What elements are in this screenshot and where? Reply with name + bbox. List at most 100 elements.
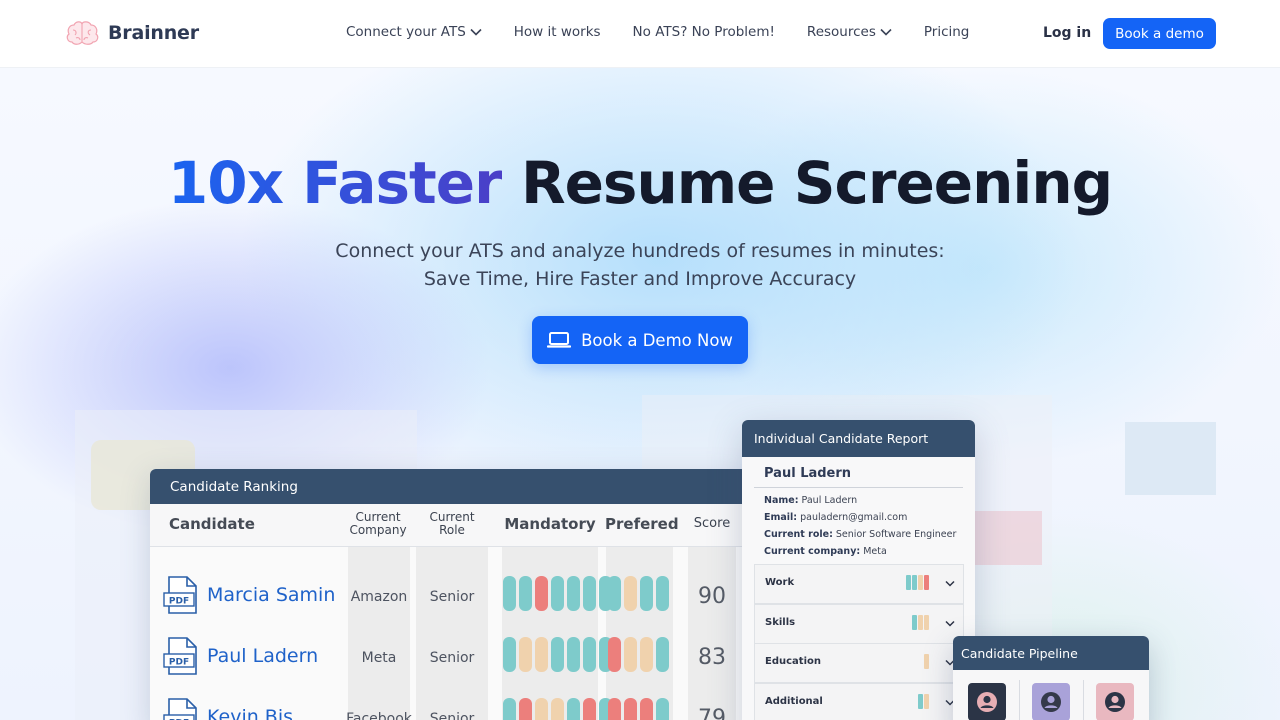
score-bar [912,575,917,590]
report-section-accordion[interactable]: Additional [754,683,964,720]
requirement-bar [640,637,653,672]
section-label: Additional [765,696,823,707]
section-score-bars [924,654,929,669]
section-score-bars [912,615,929,630]
candidate-avatar[interactable] [1096,683,1134,720]
col-candidate: Candidate [169,515,255,533]
requirement-bar [551,637,564,672]
requirement-bar [567,637,580,672]
candidate-role: Senior [429,589,475,605]
requirement-bar [656,576,669,611]
requirement-bar [656,698,669,720]
prefered-bars [608,576,669,611]
book-demo-button[interactable]: Book a demo [1103,18,1216,49]
ranking-column-headers: Candidate Current Company Current Role M… [150,504,750,547]
requirement-bar [608,576,621,611]
nav-no-ats[interactable]: No ATS? No Problem! [633,24,775,40]
individual-report-panel: Individual Candidate Report Paul Ladern … [742,420,975,720]
requirement-bar [519,576,532,611]
requirement-bar [519,698,532,720]
section-score-bars [918,694,929,709]
score-bar [912,615,917,630]
score-bar [906,575,911,590]
chevron-down-icon [880,28,892,36]
login-link[interactable]: Log in [1043,25,1091,41]
brain-icon [66,21,99,45]
col-role: Current Role [417,511,487,537]
requirement-bar [567,576,580,611]
col-company-line-2: Company [349,523,407,537]
nav-resources-label: Resources [806,24,876,40]
score-bar [918,694,923,709]
score-bar [924,615,929,630]
pdf-file-icon[interactable]: PDF [163,576,199,614]
requirement-bar [503,576,516,611]
col-role-line-2: Role [439,523,465,537]
candidate-score: 90 [698,584,726,609]
headline-main: Resume Screening [520,149,1113,217]
candidate-pipeline-panel: Candidate Pipeline [953,636,1149,720]
candidate-role: Senior [429,650,475,666]
report-section-accordion[interactable]: Education [754,643,964,683]
candidate-row[interactable]: PDF Marcia Samin Amazon Senior 90 [150,564,750,625]
field-value: Meta [863,546,887,557]
nav-pricing[interactable]: Pricing [924,24,970,40]
cta-label: Book a Demo Now [581,330,733,350]
col-prefered: Prefered [605,515,679,533]
requirement-bar [535,698,548,720]
field-value: Paul Ladern [801,495,858,506]
nav-connect-ats-label: Connect your ATS [346,24,466,40]
requirement-bar [624,637,637,672]
col-company: Current Company [343,511,413,537]
section-label: Skills [765,617,796,628]
section-score-bars [906,575,929,590]
candidate-row[interactable]: PDF Paul Ladern Meta Senior 83 [150,625,750,686]
field-label: Current company: [764,546,861,557]
candidate-avatar[interactable] [968,683,1006,720]
nav-connect-ats[interactable]: Connect your ATS [346,24,482,40]
requirement-bar [608,637,621,672]
score-bar [924,694,929,709]
score-bar [918,575,923,590]
candidate-name-link[interactable]: Marcia Samin [207,584,335,606]
requirement-bar [656,637,669,672]
headline-accent: 10x Faster [167,149,503,217]
candidate-name-link[interactable]: Kevin Bis... [207,706,311,720]
decor-block [1125,422,1216,495]
candidate-row[interactable]: PDF Kevin Bis... Facebook Senior 79 [150,686,750,720]
brand-name: Brainner [108,22,199,44]
nav-resources[interactable]: Resources [807,24,892,40]
candidate-score: 79 [698,706,726,720]
brand-logo[interactable]: Brainner [66,21,199,45]
field-label: Email: [764,512,798,523]
nav-how-it-works[interactable]: How it works [514,24,601,40]
field-value: Senior Software Engineer [835,529,957,540]
hero-subtitle: Connect your ATS and analyze hundreds of… [0,237,1280,293]
report-section-accordion[interactable]: Work [754,564,964,604]
report-section-accordion[interactable]: Skills [754,604,964,644]
chevron-down-icon [470,28,482,36]
requirement-bar [583,637,596,672]
pdf-file-icon[interactable]: PDF [163,637,199,675]
col-mandatory: Mandatory [504,515,596,533]
requirement-bar [624,698,637,720]
prefered-bars [608,698,669,720]
candidate-score: 83 [698,645,726,670]
score-bar [918,615,923,630]
candidate-ranking-panel: Candidate Ranking Candidate Current Comp… [150,469,750,720]
book-demo-now-button[interactable]: Book a Demo Now [532,316,748,364]
subtitle-line-2: Save Time, Hire Faster and Improve Accur… [423,268,857,290]
mandatory-bars [503,576,612,611]
candidate-avatar[interactable] [1032,683,1070,720]
candidate-name-link[interactable]: Paul Ladern [207,645,318,667]
report-field-company: Current company: Meta [764,546,887,557]
mandatory-bars [503,698,612,720]
requirement-bar [551,698,564,720]
chevron-down-icon [945,580,955,587]
nav-no-ats-label: No ATS? No Problem! [632,24,775,40]
candidate-role: Senior [429,711,475,720]
requirement-bar [640,576,653,611]
pdf-file-icon[interactable]: PDF [163,698,199,720]
requirement-bar [551,576,564,611]
user-avatar-icon [977,692,997,712]
